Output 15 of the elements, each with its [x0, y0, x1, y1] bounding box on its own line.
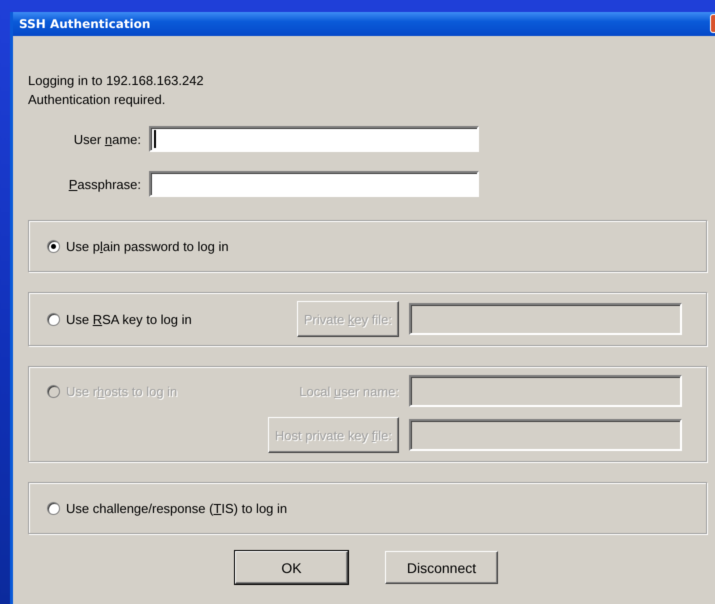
window-title: SSH Authentication: [19, 17, 150, 31]
radio-option[interactable]: Use plain password to log in: [47, 238, 229, 254]
radio-icon[interactable]: [47, 312, 60, 326]
dialog-button[interactable]: Disconnect: [385, 551, 498, 584]
status-message: Authentication required.: [28, 91, 166, 109]
radio-option[interactable]: Use challenge/response (TIS) to log in: [47, 500, 288, 516]
input-field[interactable]: [149, 126, 479, 152]
field-label: User name:: [72, 132, 142, 146]
input-field[interactable]: [149, 171, 479, 197]
field-label: Passphrase:: [68, 176, 142, 192]
radio-icon[interactable]: [47, 502, 60, 514]
radio-icon[interactable]: [47, 240, 60, 252]
dialog-button[interactable]: OK: [235, 551, 348, 584]
radio-option[interactable]: Use RSA key to log in: [47, 312, 259, 326]
status-message: Logging in to 192.168.163.242: [28, 72, 205, 90]
